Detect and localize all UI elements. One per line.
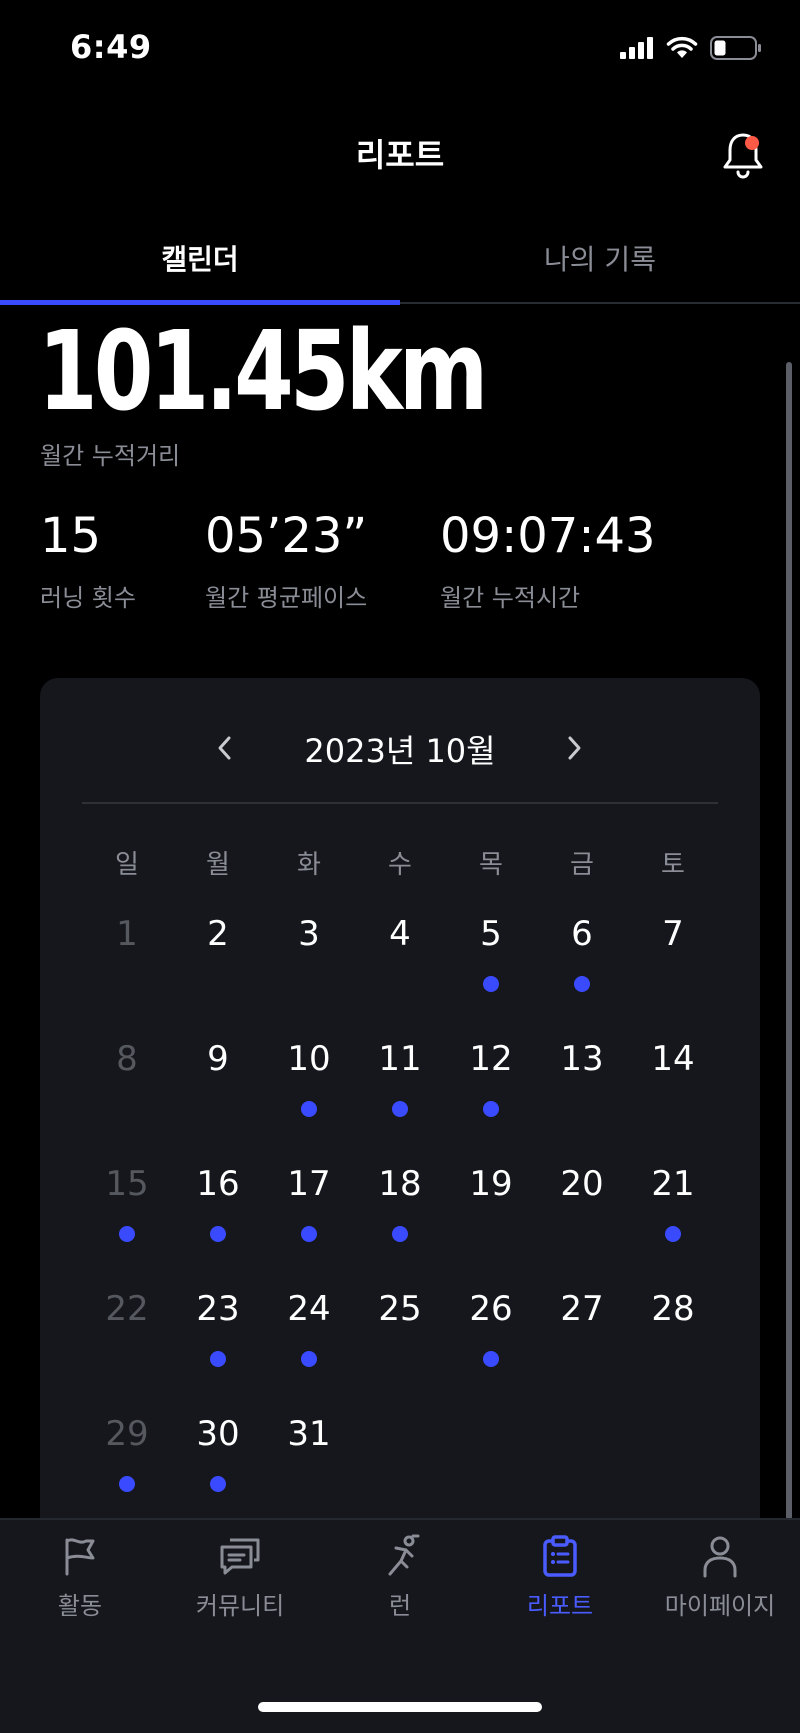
calendar-day[interactable]: 9	[178, 1039, 258, 1079]
run-indicator-dot	[483, 976, 499, 992]
calendar-day[interactable]: 2	[178, 914, 258, 954]
run-indicator-dot	[119, 1226, 135, 1242]
calendar-day[interactable]: 15	[87, 1164, 167, 1204]
monthly-distance-value: 101.45km	[38, 307, 488, 435]
chat-icon	[220, 1538, 260, 1575]
weekday-label: 목	[479, 850, 503, 880]
nav-label: 런	[388, 1592, 412, 1620]
wifi-icon	[666, 36, 698, 58]
flag-icon	[65, 1538, 95, 1576]
calendar-day[interactable]: 18	[360, 1164, 440, 1204]
run-indicator-dot	[119, 1476, 135, 1492]
weekday-label: 수	[388, 850, 412, 880]
calendar-day[interactable]: 22	[87, 1289, 167, 1329]
run-indicator-dot	[210, 1226, 226, 1242]
calendar-day[interactable]: 4	[360, 914, 440, 954]
status-icons	[620, 36, 762, 60]
nav-activity[interactable]: 활동	[0, 1532, 160, 1621]
person-icon	[703, 1536, 737, 1578]
nav-label: 리포트	[526, 1592, 594, 1620]
calendar-day[interactable]: 13	[542, 1039, 622, 1079]
calendar-day[interactable]: 8	[87, 1039, 167, 1079]
calendar-day[interactable]: 5	[451, 914, 531, 954]
weekday-label: 일	[115, 850, 139, 880]
calendar-day[interactable]: 29	[87, 1414, 167, 1454]
monthly-distance-label: 월간 누적거리	[40, 442, 181, 470]
bell-icon	[723, 133, 763, 179]
calendar-day[interactable]: 17	[269, 1164, 349, 1204]
calendar-day[interactable]: 27	[542, 1289, 622, 1329]
cellular-signal-icon	[620, 37, 653, 59]
calendar-day[interactable]: 25	[360, 1289, 440, 1329]
calendar-day[interactable]: 12	[451, 1039, 531, 1079]
calendar-day[interactable]: 28	[633, 1289, 713, 1329]
calendar-day[interactable]: 24	[269, 1289, 349, 1329]
total-time-label: 월간 누적시간	[440, 584, 581, 612]
run-indicator-dot	[301, 1226, 317, 1242]
calendar-day[interactable]: 3	[269, 914, 349, 954]
weekday-label: 금	[570, 850, 594, 880]
avg-pace-label: 월간 평균페이스	[205, 584, 368, 612]
runner-icon	[388, 1534, 420, 1576]
calendar-day[interactable]: 7	[633, 914, 713, 954]
calendar-day[interactable]: 6	[542, 914, 622, 954]
nav-community[interactable]: 커뮤니티	[160, 1532, 320, 1621]
page-title: 리포트	[355, 136, 445, 174]
chevron-right-icon	[568, 736, 581, 760]
calendar-divider	[82, 802, 718, 804]
run-indicator-dot	[483, 1101, 499, 1117]
avg-pace-value: 05’23”	[205, 508, 368, 564]
run-indicator-dot	[301, 1351, 317, 1367]
notification-button[interactable]	[720, 130, 766, 180]
weekday-label: 월	[206, 850, 230, 880]
next-month-button[interactable]	[554, 728, 594, 768]
month-label: 2023년 10월	[304, 732, 496, 770]
nav-label: 커뮤니티	[195, 1592, 285, 1620]
calendar-day[interactable]: 26	[451, 1289, 531, 1329]
run-indicator-dot	[210, 1476, 226, 1492]
calendar-day[interactable]: 19	[451, 1164, 531, 1204]
clipboard-icon	[543, 1535, 577, 1577]
unread-badge	[745, 136, 759, 150]
calendar-day[interactable]: 10	[269, 1039, 349, 1079]
home-indicator	[258, 1702, 542, 1712]
run-indicator-dot	[210, 1351, 226, 1367]
total-time-value: 09:07:43	[440, 508, 656, 564]
status-time: 6:49	[70, 28, 152, 66]
weekday-label: 화	[297, 850, 321, 880]
calendar-day[interactable]: 23	[178, 1289, 258, 1329]
calendar-day[interactable]: 31	[269, 1414, 349, 1454]
tab-my-records[interactable]: 나의 기록	[400, 238, 800, 278]
calendar-day[interactable]: 14	[633, 1039, 713, 1079]
tab-calendar[interactable]: 캘린더	[0, 238, 400, 278]
scrollbar[interactable]	[786, 362, 792, 1520]
nav-mypage[interactable]: 마이페이지	[640, 1532, 800, 1621]
nav-run[interactable]: 런	[320, 1532, 480, 1621]
weekday-label: 토	[661, 850, 685, 880]
nav-label: 마이페이지	[664, 1592, 776, 1620]
run-count-value: 15	[40, 508, 102, 564]
run-indicator-dot	[483, 1351, 499, 1367]
calendar-day[interactable]: 21	[633, 1164, 713, 1204]
run-indicator-dot	[392, 1101, 408, 1117]
tab-active-indicator	[0, 300, 400, 305]
calendar-day[interactable]: 30	[178, 1414, 258, 1454]
run-indicator-dot	[392, 1226, 408, 1242]
calendar-day[interactable]: 16	[178, 1164, 258, 1204]
run-indicator-dot	[301, 1101, 317, 1117]
nav-report[interactable]: 리포트	[480, 1532, 640, 1621]
run-count-label: 러닝 횟수	[40, 584, 136, 612]
calendar-day[interactable]: 20	[542, 1164, 622, 1204]
calendar-day[interactable]: 11	[360, 1039, 440, 1079]
battery-icon	[710, 36, 761, 60]
calendar-day[interactable]: 1	[87, 914, 167, 954]
run-indicator-dot	[574, 976, 590, 992]
nav-label: 활동	[57, 1592, 103, 1620]
run-indicator-dot	[665, 1226, 681, 1242]
